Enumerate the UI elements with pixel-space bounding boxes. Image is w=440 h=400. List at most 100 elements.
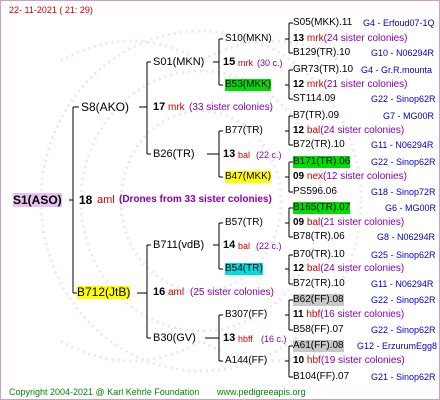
gen4-id: B78(TR).06	[293, 231, 345, 242]
gen4-id: ST114.09	[293, 93, 336, 104]
gen4-tag: G18 - Sinop72R	[371, 187, 436, 197]
gen3-note: (12 sister colonies)	[323, 171, 407, 182]
gen4-tag: G22 - Sinop62R	[371, 295, 436, 305]
dam-line-num: 16	[153, 286, 166, 298]
gen3-mark: bal	[306, 263, 321, 274]
gen4-id: B72(TR).10	[293, 278, 345, 289]
gen2-id[interactable]: B711(vdB)	[153, 239, 204, 251]
gen2-num: 13	[223, 332, 236, 344]
dam-line-note: (25 sister colonies)	[190, 287, 274, 298]
gen3-id[interactable]: B54(TR)	[225, 263, 263, 275]
root-note: (Drones from 33 sister colonies)	[119, 194, 272, 205]
gen3-num: 09	[293, 217, 305, 228]
gen4-id: B7(TR).09	[293, 110, 340, 121]
gen3-count-row: 12 bal(24 sister colonies)	[293, 263, 404, 275]
gen3-count-row: 09 nex(12 sister colonies)	[293, 171, 407, 183]
gen4-row[interactable]: B171(TR).06	[293, 156, 351, 168]
gen3-note: (24 sister colonies)	[320, 125, 405, 136]
gen3-count-row: 12 mrk(21 sister colonies)	[293, 79, 408, 91]
gen4-id: B58(FF).07	[293, 324, 344, 335]
gen4-id: B72(TR).10	[293, 139, 345, 150]
root-num: 18	[79, 193, 93, 207]
dam-line-id[interactable]: B712(JtB)	[77, 286, 131, 299]
gen2-id[interactable]: B30(GV)	[153, 332, 196, 344]
gen4-row[interactable]: S05(MKK).11	[293, 17, 352, 29]
gen3-id[interactable]: A144(FF)	[225, 355, 267, 367]
gen4-tag: G6 - MG00R	[385, 203, 437, 213]
gen4-row[interactable]: A61(FF).08	[293, 340, 344, 352]
gen3-count-row: 09 bal(21 sister colonies)	[293, 217, 404, 229]
gen4-row[interactable]: B72(TR).10	[293, 278, 345, 290]
gen4-row[interactable]: B62(FF).08	[293, 294, 344, 306]
root-mark: aml	[97, 194, 115, 206]
gen4-tag: G22 - Sinop62R	[371, 325, 436, 335]
gen3-mark: hbf	[306, 309, 321, 320]
gen2-mark: bal	[238, 241, 251, 251]
gen2-note: (16 c.)	[261, 334, 287, 344]
gen3-note: (24 sister colonies)	[320, 263, 405, 274]
gen4-tag: G21 - Sinop62R	[371, 372, 436, 382]
gen3-id[interactable]: B53(MKK)	[225, 79, 272, 91]
gen4-tag: G11 - N06294R	[371, 140, 434, 150]
root-queen[interactable]: S1(ASO)	[13, 193, 62, 207]
gen3-id[interactable]: B307(FF)	[225, 309, 267, 321]
gen4-row[interactable]: ST114.09	[293, 93, 336, 105]
gen4-id: B165(TR).07	[293, 202, 351, 213]
gen4-id: B70(TR).10	[293, 249, 345, 260]
gen4-id: B129(TR).10	[293, 47, 351, 58]
gen3-note: (24 sister colonies)	[323, 33, 408, 44]
gen4-tag: G22 - Sinop62R	[371, 157, 436, 167]
timestamp: 22- 11-2021 ( 21: 29)	[9, 5, 93, 15]
gen3-num: 13	[293, 33, 305, 44]
gen3-note: (21 sister colonies)	[323, 79, 408, 90]
gen3-num: 12	[293, 263, 305, 274]
gen4-tag: G25 - Sinop62R	[371, 250, 436, 260]
sire-line-id[interactable]: S8(AKO)	[81, 101, 129, 114]
gen3-id[interactable]: B77(TR)	[225, 125, 263, 137]
gen2-note: (22 c.)	[256, 150, 282, 160]
gen4-tag: G22 - Sinop62R	[371, 94, 436, 104]
gen2-note: (30 c.)	[257, 58, 283, 68]
gen4-tag: G8 - N06294R	[377, 232, 436, 242]
gen4-id: B171(TR).06	[293, 156, 351, 167]
gen2-note: (22 c.)	[256, 241, 282, 251]
sire-line-num: 17	[153, 101, 166, 113]
gen4-row[interactable]: B129(TR).10	[293, 47, 350, 59]
gen4-row[interactable]: GR73(TR).10	[293, 64, 353, 76]
gen3-num: 09	[293, 171, 305, 182]
gen4-tag: G11 - N06294R	[371, 279, 434, 289]
gen4-tag: G7 - MG00R	[383, 111, 435, 121]
gen3-count-row: 12 bal(24 sister colonies)	[293, 125, 404, 137]
gen3-id[interactable]: B57(TR)	[225, 217, 263, 229]
copyright: Copyright 2004-2021 @ Karl Kehrle Founda…	[9, 387, 200, 397]
gen4-tag: G12 - ErzurumEgg8	[357, 341, 438, 351]
site-link[interactable]: www.pedigreeapis.org	[217, 386, 306, 398]
gen2-id[interactable]: S01(MKN)	[153, 56, 204, 68]
gen2-num: 14	[223, 239, 236, 251]
gen2-num: 13	[223, 148, 236, 160]
gen4-row[interactable]: B58(FF).07	[293, 324, 344, 336]
gen4-row[interactable]: B78(TR).06	[293, 231, 345, 243]
gen2-num: 15	[223, 56, 236, 68]
gen4-tag: G4 - Erfoud07-1Q	[363, 18, 435, 28]
gen4-row[interactable]: PS596.06	[293, 186, 337, 198]
gen3-id[interactable]: B47(MKK)	[225, 171, 272, 183]
gen2-mark: mrk	[238, 58, 253, 68]
gen3-id[interactable]: S10(MKN)	[225, 33, 272, 45]
sire-line-note: (33 sister colonies)	[189, 102, 273, 113]
gen4-id: GR73(TR).10	[293, 64, 354, 75]
gen3-mark: nex	[306, 171, 324, 182]
gen4-row[interactable]: B104(FF).07	[293, 371, 349, 383]
gen3-mark: bal	[306, 125, 321, 136]
gen4-row[interactable]: B165(TR).07	[293, 202, 351, 214]
gen4-row[interactable]: B70(TR).10	[293, 249, 345, 261]
gen2-id[interactable]: B26(TR)	[153, 148, 195, 160]
gen4-id: A61(FF).08	[293, 340, 344, 351]
gen2-mark: hbff	[238, 334, 253, 344]
gen3-num: 10	[293, 355, 305, 366]
gen3-mark: hbf	[306, 355, 321, 366]
gen4-row[interactable]: B72(TR).10	[293, 139, 345, 151]
dam-line-mark: aml	[168, 287, 185, 298]
gen4-id: PS596.06	[293, 186, 337, 197]
gen4-row[interactable]: B7(TR).09	[293, 110, 339, 122]
